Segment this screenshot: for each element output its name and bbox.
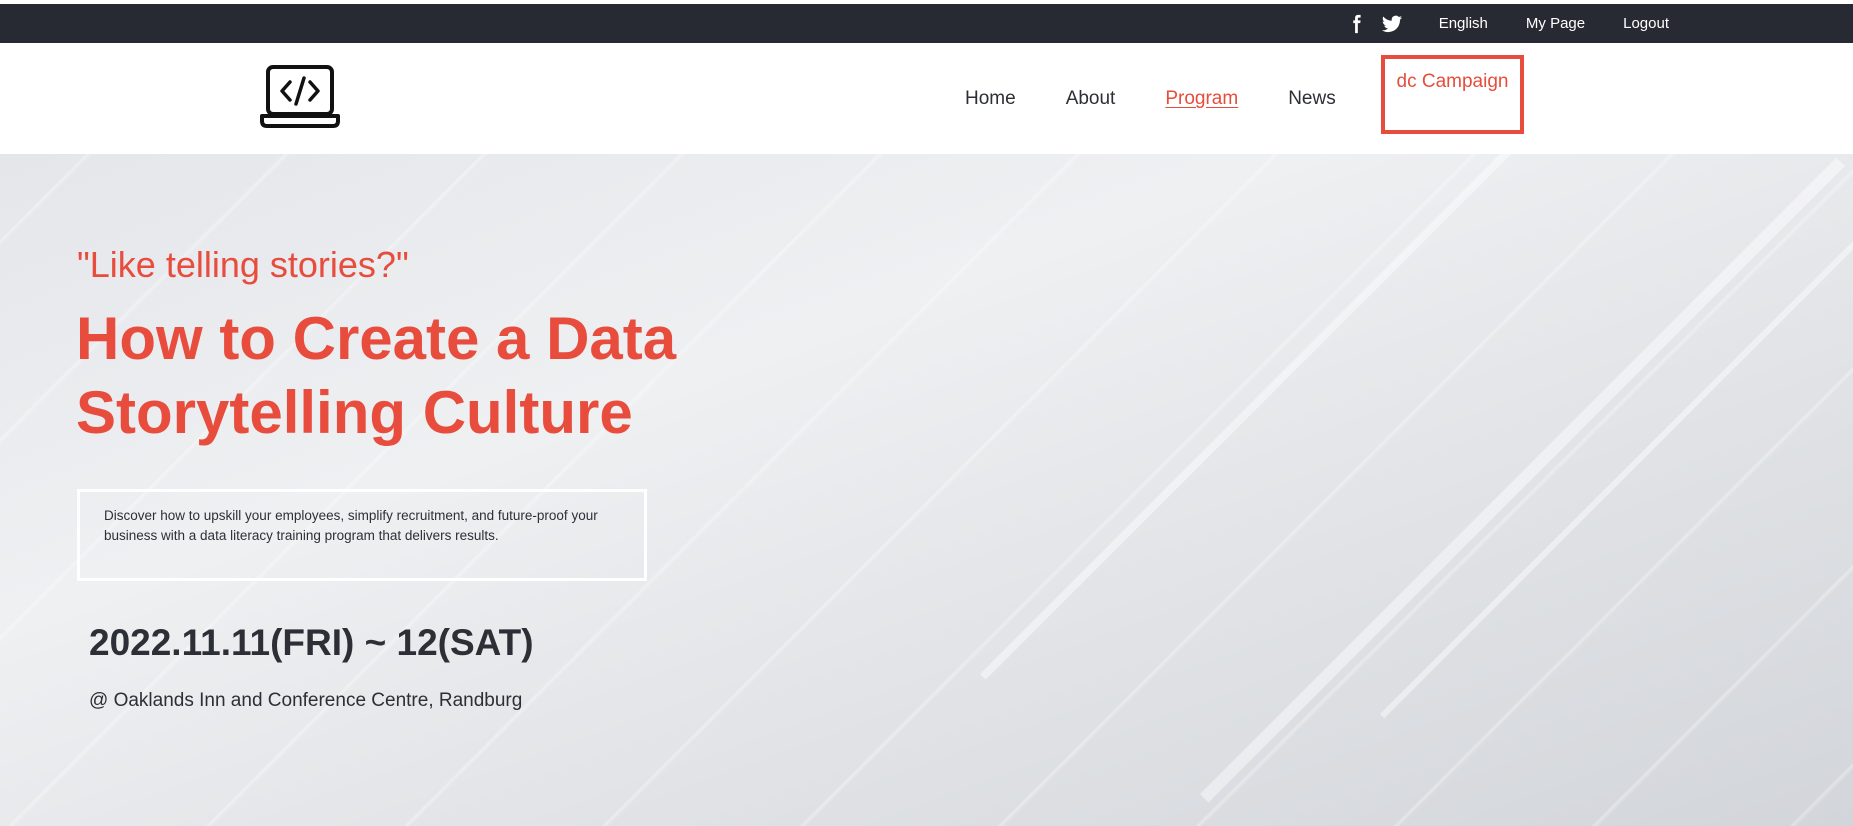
language-selector[interactable]: English bbox=[1439, 15, 1488, 32]
nav-news[interactable]: News bbox=[1288, 88, 1336, 110]
headline-line-2: Storytelling Culture bbox=[76, 379, 633, 446]
laptop-code-icon[interactable] bbox=[260, 64, 340, 130]
logout-link[interactable]: Logout bbox=[1623, 15, 1669, 32]
social-links bbox=[1345, 13, 1403, 35]
facebook-icon[interactable] bbox=[1345, 13, 1367, 35]
hero-headline: How to Create a Data Storytelling Cultur… bbox=[76, 302, 776, 450]
decorative-stripe bbox=[1200, 157, 1845, 803]
top-bar: English My Page Logout bbox=[0, 0, 1853, 44]
nav-campaign-button[interactable]: dc Campaign bbox=[1381, 55, 1524, 134]
top-links: English My Page Logout bbox=[1345, 4, 1669, 43]
event-venue: @ Oaklands Inn and Conference Centre, Ra… bbox=[89, 690, 523, 711]
decorative-stripe bbox=[1380, 219, 1853, 719]
hero-kicker: "Like telling stories?" bbox=[77, 244, 409, 285]
nav-home[interactable]: Home bbox=[965, 88, 1016, 110]
my-page-link[interactable]: My Page bbox=[1526, 15, 1585, 32]
primary-nav: Home About Program News bbox=[965, 44, 1386, 154]
top-bar-strip: English My Page Logout bbox=[0, 4, 1853, 43]
nav-about[interactable]: About bbox=[1066, 88, 1116, 110]
headline-line-1: How to Create a Data bbox=[76, 305, 677, 372]
description-text: Discover how to upskill your employees, … bbox=[104, 508, 598, 543]
hero-section: "Like telling stories?" How to Create a … bbox=[0, 154, 1853, 826]
event-date: 2022.11.11(FRI) ~ 12(SAT) bbox=[89, 622, 534, 663]
twitter-icon[interactable] bbox=[1381, 13, 1403, 35]
nav-program[interactable]: Program bbox=[1165, 88, 1238, 110]
description-box: Discover how to upskill your employees, … bbox=[77, 489, 647, 581]
main-navbar: Home About Program News dc Campaign bbox=[0, 44, 1853, 154]
